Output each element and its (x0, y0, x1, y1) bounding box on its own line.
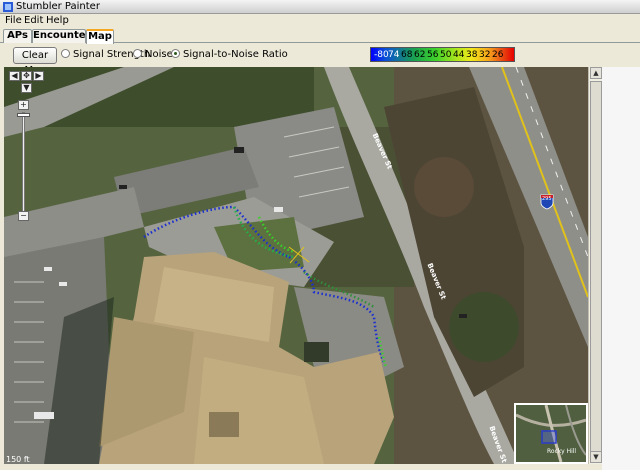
title-bar: Stumbler Painter (0, 0, 640, 14)
legend-label: 26 (492, 50, 504, 60)
map-scale: 150 ft (6, 455, 30, 464)
zoom-out-button[interactable]: − (18, 211, 29, 221)
radio-noise[interactable]: Noise (133, 48, 173, 62)
radio-label: Noise (145, 49, 173, 60)
menu-help[interactable]: Help (46, 14, 69, 28)
legend-label: -80 (374, 50, 389, 60)
menu-bar: File Edit Help (0, 14, 640, 28)
color-legend: -80 74 68 62 56 50 44 38 32 26 (370, 47, 515, 62)
zoom-in-button[interactable]: + (18, 100, 29, 110)
menu-edit[interactable]: Edit (24, 14, 43, 28)
legend-label: 68 (401, 50, 413, 60)
tab-map[interactable]: Map (86, 29, 114, 44)
tab-aps[interactable]: APs (3, 29, 32, 43)
pan-right-icon[interactable]: ▶ (33, 71, 44, 81)
shield-number: 295 (542, 196, 552, 202)
legend-label: 74 (388, 50, 400, 60)
pan-center-icon[interactable]: ✥ (21, 71, 32, 81)
legend-label: 32 (479, 50, 491, 60)
legend-label: 56 (427, 50, 439, 60)
map-toolbar: Clear Map Signal Strength Noise Signal-t… (0, 44, 640, 76)
zoom-slider-track[interactable] (22, 112, 25, 212)
legend-label: 50 (440, 50, 452, 60)
scroll-down-icon[interactable]: ▼ (590, 451, 602, 463)
legend-label: 44 (453, 50, 465, 60)
app-icon (3, 2, 13, 12)
zoom-slider-thumb[interactable] (17, 113, 30, 117)
overview-minimap[interactable]: Rocky Hill (514, 403, 588, 464)
pan-left-icon[interactable]: ◀ (9, 71, 20, 81)
minimap-place-label: Rocky Hill (547, 448, 577, 455)
window-title: Stumbler Painter (16, 1, 100, 12)
scroll-thumb[interactable] (590, 81, 602, 453)
aerial-map[interactable] (4, 67, 588, 464)
clear-map-button[interactable]: Clear Map (13, 47, 57, 76)
tab-encounters[interactable]: Encounters (32, 29, 96, 43)
menu-file[interactable]: File (5, 14, 22, 28)
radio-selected-icon (171, 49, 180, 58)
radio-icon (133, 49, 142, 58)
map-imagery (4, 67, 588, 464)
scroll-up-icon[interactable]: ▲ (590, 67, 602, 79)
pan-down-icon[interactable]: ▼ (21, 83, 32, 93)
right-panel (602, 67, 640, 470)
radio-label: Signal-to-Noise Ratio (183, 49, 288, 60)
legend-label: 38 (466, 50, 478, 60)
app-window: Stumbler Painter File Edit Help APs Enco… (0, 0, 640, 470)
vertical-scrollbar[interactable]: ▲ ▼ (588, 67, 602, 464)
tab-bar: APs Encounters Map (0, 28, 640, 44)
radio-snr[interactable]: Signal-to-Noise Ratio (171, 48, 288, 62)
radio-icon (61, 49, 70, 58)
legend-label: 62 (414, 50, 426, 60)
